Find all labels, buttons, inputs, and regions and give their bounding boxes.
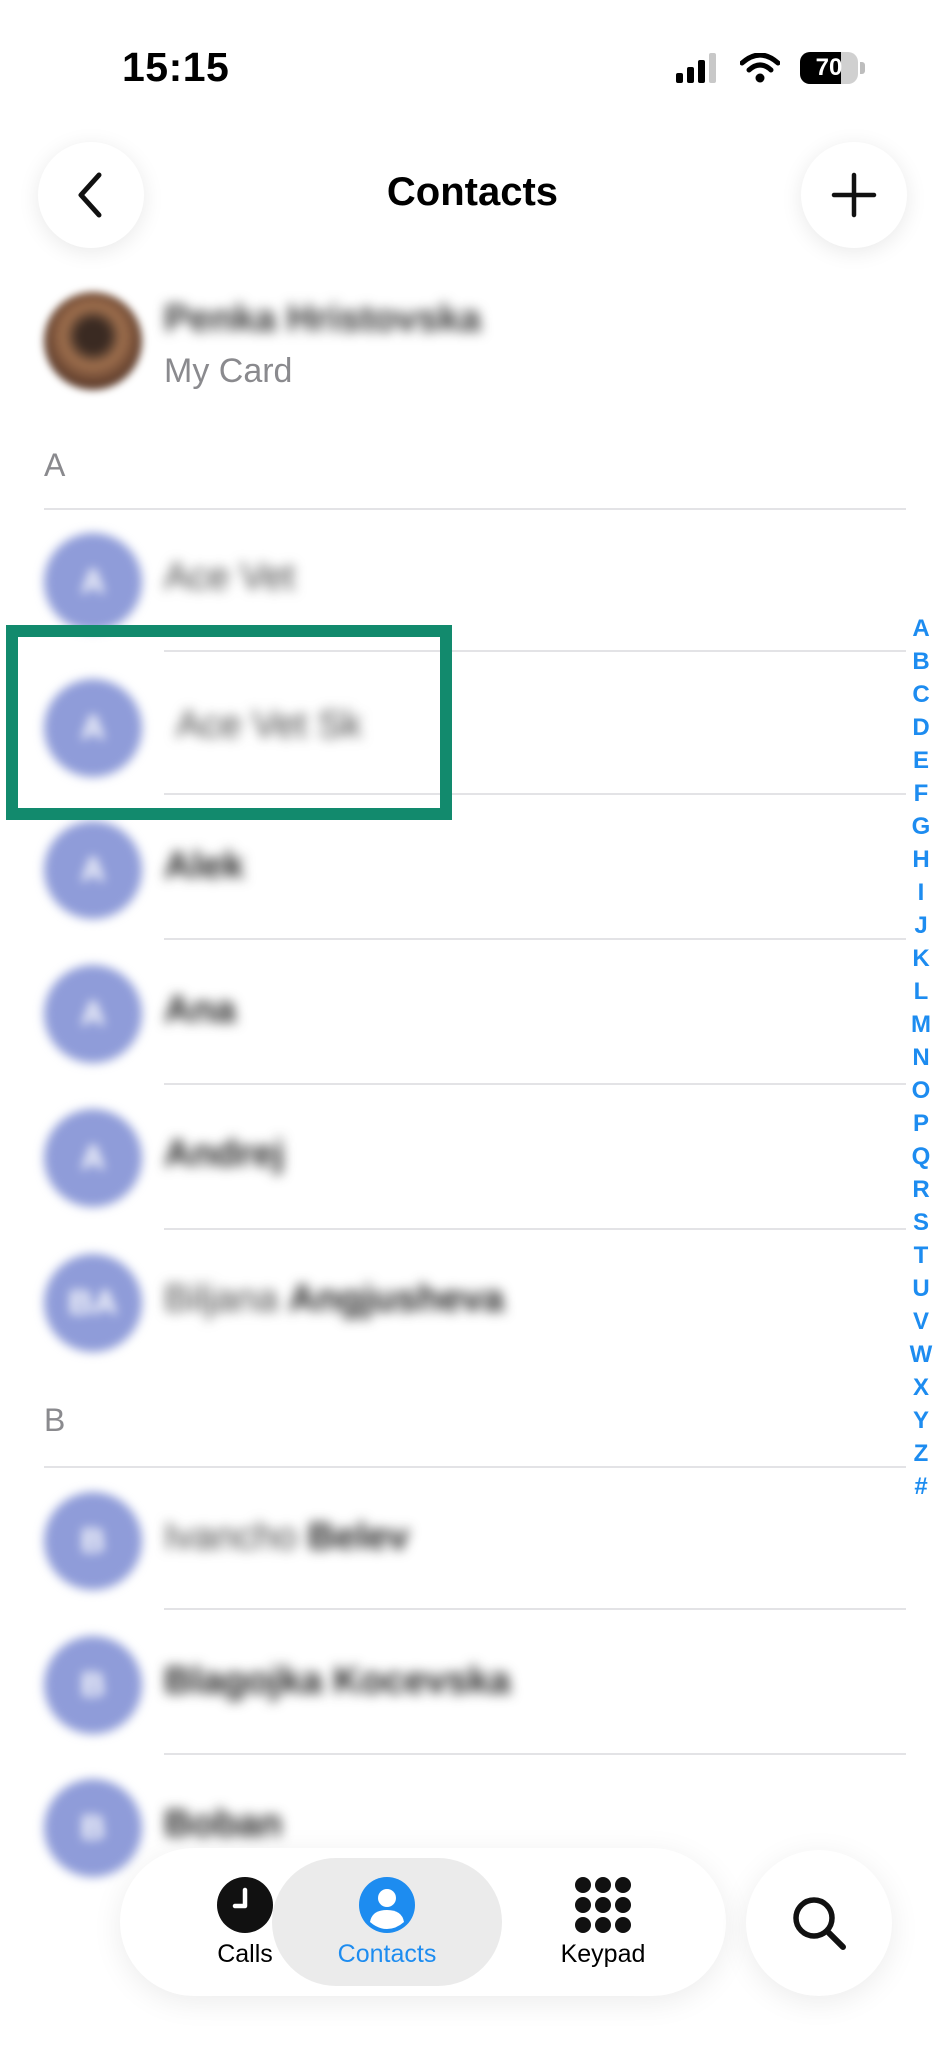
- alphabet-index[interactable]: A B C D E F G H I J K L M N O P Q R S T U V W X Y Z #: [909, 612, 933, 1503]
- contact-name: Ana: [164, 989, 236, 1031]
- index-letter[interactable]: #: [914, 1470, 927, 1503]
- row-divider: [164, 1753, 906, 1755]
- contact-avatar: A: [44, 1109, 142, 1207]
- section-divider: [44, 508, 906, 510]
- index-letter[interactable]: J: [914, 909, 927, 942]
- contact-avatar: A: [44, 533, 142, 631]
- row-divider: [164, 1083, 906, 1085]
- index-letter[interactable]: F: [914, 777, 929, 810]
- index-letter[interactable]: I: [918, 876, 925, 909]
- contact-row[interactable]: A Ana: [0, 942, 910, 1082]
- keypad-icon: [575, 1876, 631, 1933]
- index-letter[interactable]: M: [911, 1008, 931, 1041]
- index-letter[interactable]: R: [912, 1173, 929, 1206]
- contact-row[interactable]: BA Biljana Angjusheva: [0, 1232, 910, 1372]
- index-letter[interactable]: U: [912, 1272, 929, 1305]
- index-letter[interactable]: A: [912, 612, 929, 645]
- add-contact-button[interactable]: [801, 142, 907, 248]
- index-letter[interactable]: L: [914, 975, 929, 1008]
- wifi-icon: [740, 53, 780, 83]
- row-divider: [164, 938, 906, 940]
- index-letter[interactable]: X: [913, 1371, 929, 1404]
- plus-icon: [831, 172, 877, 218]
- tab-calls-label: Calls: [217, 1939, 273, 1968]
- contact-avatar: B: [44, 1779, 142, 1877]
- index-letter[interactable]: W: [910, 1338, 933, 1371]
- contact-name: Ivancho Belev: [164, 1516, 410, 1558]
- index-letter[interactable]: V: [913, 1305, 929, 1338]
- contact-avatar: A: [44, 821, 142, 919]
- row-divider: [164, 1228, 906, 1230]
- contact-name: Biljana Angjusheva: [164, 1278, 505, 1320]
- tab-keypad-label: Keypad: [560, 1939, 646, 1968]
- tab-keypad[interactable]: Keypad: [488, 1858, 718, 1986]
- contact-name: Blagojka Kocevska: [164, 1660, 511, 1702]
- index-letter[interactable]: S: [913, 1206, 929, 1239]
- index-letter[interactable]: D: [912, 711, 929, 744]
- clock-icon: [217, 1876, 273, 1933]
- tab-bar: Calls Contacts Keypad: [120, 1848, 726, 1996]
- contact-name: Ace Vet: [164, 556, 295, 598]
- my-card[interactable]: Penka Hristovska My Card: [0, 290, 945, 410]
- row-divider: [164, 1608, 906, 1610]
- my-avatar: [44, 292, 142, 390]
- contact-name: Boban: [164, 1803, 283, 1845]
- index-letter[interactable]: H: [912, 843, 929, 876]
- signal-icon: [676, 53, 716, 83]
- tab-contacts[interactable]: Contacts: [272, 1858, 502, 1986]
- contact-avatar: B: [44, 1492, 142, 1590]
- contact-avatar: B: [44, 1636, 142, 1734]
- index-letter[interactable]: Z: [914, 1437, 929, 1470]
- battery-percent: 70: [815, 54, 843, 81]
- contact-row[interactable]: A Andrej: [0, 1087, 910, 1227]
- status-time: 15:15: [122, 44, 230, 90]
- search-button[interactable]: [746, 1850, 892, 1996]
- my-card-label: My Card: [164, 352, 293, 390]
- search-icon: [793, 1897, 846, 1950]
- person-circle-icon: [359, 1876, 415, 1933]
- index-letter[interactable]: O: [912, 1074, 931, 1107]
- contact-row[interactable]: B Ivancho Belev: [0, 1470, 910, 1610]
- index-letter[interactable]: B: [912, 645, 929, 678]
- tab-contacts-label: Contacts: [337, 1939, 437, 1968]
- contact-name: Andrej: [164, 1133, 285, 1175]
- index-letter[interactable]: P: [913, 1107, 929, 1140]
- contact-name: Alek: [164, 845, 245, 887]
- section-header-a: A: [44, 447, 66, 483]
- index-letter[interactable]: G: [912, 810, 931, 843]
- status-bar: 15:15 70: [0, 0, 945, 120]
- index-letter[interactable]: E: [913, 744, 929, 777]
- contact-avatar: A: [44, 965, 142, 1063]
- section-header-b: B: [44, 1402, 66, 1438]
- index-letter[interactable]: N: [912, 1041, 929, 1074]
- my-card-name: Penka Hristovska: [164, 298, 481, 340]
- index-letter[interactable]: Q: [912, 1140, 931, 1173]
- index-letter[interactable]: Y: [913, 1404, 929, 1437]
- status-icons: 70: [676, 52, 865, 84]
- index-letter[interactable]: K: [912, 942, 929, 975]
- index-letter[interactable]: T: [914, 1239, 929, 1272]
- index-letter[interactable]: C: [912, 678, 929, 711]
- contact-row[interactable]: B Blagojka Kocevska: [0, 1612, 910, 1752]
- contact-avatar: BA: [44, 1254, 142, 1352]
- highlight-box: [6, 625, 452, 820]
- section-divider: [44, 1466, 906, 1468]
- battery-indicator: 70: [800, 52, 865, 84]
